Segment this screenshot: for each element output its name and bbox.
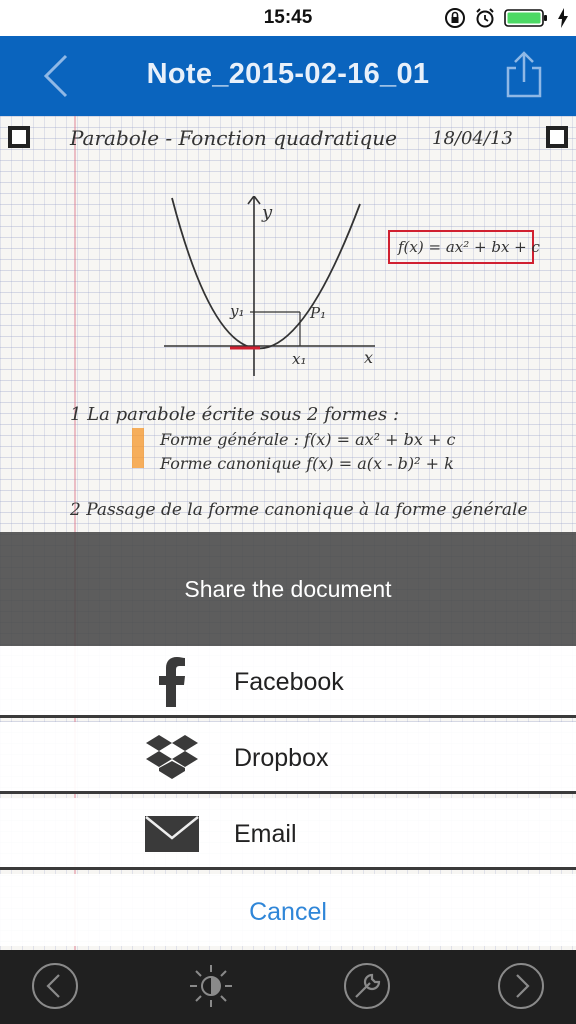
share-option-email[interactable]: Email: [0, 798, 576, 870]
highlighter-mark: [132, 428, 144, 468]
bottom-toolbar: [0, 950, 576, 1024]
battery-icon: [504, 9, 547, 27]
graph-x-label: x: [364, 348, 374, 367]
note-date: 18/04/13: [432, 128, 513, 149]
note-line-1: 1 La parabole écrite sous 2 formes :: [70, 404, 400, 425]
document-title: Note_2015-02-16_01: [146, 58, 430, 90]
share-option-facebook[interactable]: Facebook: [0, 646, 576, 718]
note-line-4: 2 Passage de la forme canonique à la for…: [70, 500, 528, 520]
tools-icon[interactable]: [342, 961, 392, 1011]
share-sheet-header: Share the document: [0, 532, 576, 646]
graph-y-label: y: [262, 202, 273, 223]
graph-y1-label: y₁: [230, 302, 245, 320]
note-heading: Parabole - Fonction quadratique: [70, 126, 397, 150]
next-icon[interactable]: [496, 961, 546, 1011]
corner-marker-left: [8, 126, 30, 148]
rotation-lock-icon: [445, 8, 465, 28]
previous-icon[interactable]: [30, 961, 80, 1011]
note-line-3: Forme canonique f(x) = a(x - b)² + k: [160, 454, 454, 473]
email-icon: [140, 808, 204, 860]
facebook-icon: [140, 656, 204, 708]
share-option-label: Email: [234, 820, 297, 848]
brightness-icon[interactable]: [186, 961, 236, 1011]
charging-icon: [558, 8, 568, 28]
parabola-graph: [164, 196, 375, 376]
status-icons: [444, 7, 568, 29]
back-icon[interactable]: [34, 52, 82, 100]
note-line-2: Forme générale : f(x) = ax² + bx + c: [160, 430, 456, 449]
alarm-icon: [476, 8, 494, 28]
share-sheet-title: Share the document: [184, 576, 392, 602]
dropbox-icon: [140, 732, 204, 784]
navigation-bar: Note_2015-02-16_01: [0, 36, 576, 116]
share-icon[interactable]: [502, 50, 546, 100]
share-option-label: Facebook: [234, 668, 344, 696]
cancel-label: Cancel: [249, 898, 327, 926]
corner-marker-right: [546, 126, 568, 148]
formula-box: f(x) = ax² + bx + c: [388, 230, 540, 264]
graph-p1-label: P₁: [310, 304, 327, 322]
cancel-button[interactable]: Cancel: [0, 874, 576, 946]
graph-x1-label: x₁: [292, 350, 307, 368]
share-option-dropbox[interactable]: Dropbox: [0, 722, 576, 794]
status-bar: 15:45: [0, 0, 576, 36]
share-option-label: Dropbox: [234, 744, 329, 772]
